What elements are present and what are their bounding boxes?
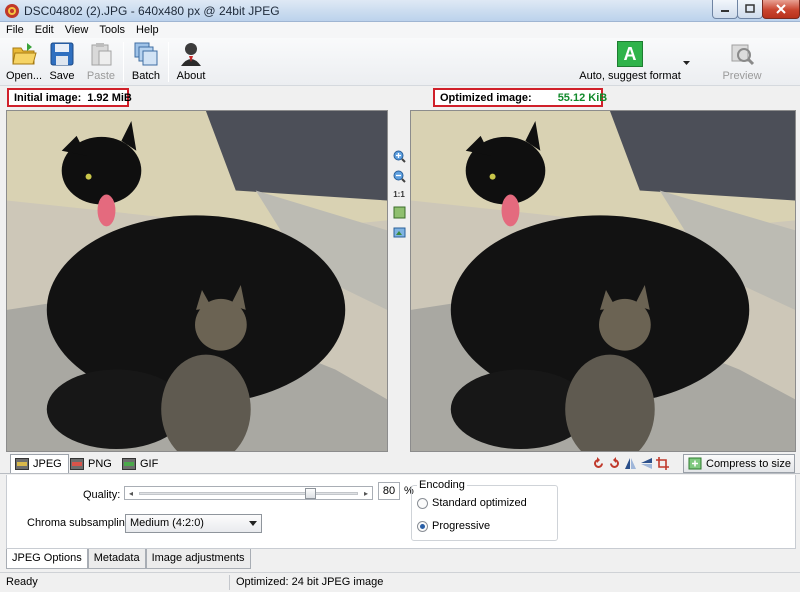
flip-vertical-icon[interactable] — [640, 457, 653, 470]
window-title: DSC04802 (2).JPG - 640x480 px @ 24bit JP… — [24, 4, 280, 18]
optimized-size-box: Optimized image: 55.12 KiB — [433, 88, 607, 107]
format-tab-bar: JPEG PNG GIF Compress to size — [0, 452, 800, 474]
optimized-cat-photo — [411, 111, 795, 451]
minimize-icon — [721, 10, 729, 12]
chevron-down-icon — [683, 61, 690, 65]
size-info-row: Initial image: 1.92 MiB Optimized image:… — [0, 86, 800, 110]
about-button[interactable]: About — [175, 40, 207, 84]
chroma-subsampling-label: Chroma subsampling: — [27, 517, 134, 529]
batch-stack-icon — [134, 42, 158, 66]
encoding-progressive-radio[interactable]: Progressive — [417, 520, 490, 532]
menu-view[interactable]: View — [65, 24, 89, 36]
initial-size-label: Initial image: — [14, 91, 82, 104]
menu-bar: File Edit View Tools Help — [0, 22, 800, 38]
rotate-right-icon[interactable] — [608, 457, 621, 470]
initial-image-pane[interactable] — [6, 110, 388, 452]
quality-label: Quality: — [83, 489, 121, 501]
tab-image-adjustments[interactable]: Image adjustments — [145, 549, 251, 569]
maximize-button[interactable] — [737, 0, 763, 19]
fit-window-icon[interactable] — [393, 206, 406, 219]
menu-edit[interactable]: Edit — [35, 24, 54, 36]
status-optimized-info: Optimized: 24 bit JPEG image — [236, 576, 384, 588]
jpeg-options-panel: Quality: ◂ ▸ 80 % Chroma subsampling: Me… — [6, 475, 796, 549]
encoding-group — [411, 485, 558, 541]
flip-horizontal-icon[interactable] — [624, 457, 637, 470]
menu-file[interactable]: File — [6, 24, 24, 36]
preview-button[interactable]: Preview — [722, 40, 762, 84]
toolbar: Open... Save Paste Batch About A Auto, s… — [0, 38, 800, 86]
compress-to-size-button[interactable]: Compress to size — [683, 454, 795, 473]
chroma-subsampling-select[interactable]: Medium (4:2:0) — [125, 514, 262, 533]
encoding-standard-radio[interactable]: Standard optimized — [417, 497, 527, 509]
options-tab-bar: JPEG Options Metadata Image adjustments — [6, 549, 251, 569]
zoom-actual-size[interactable]: 1:1 — [393, 190, 405, 199]
png-file-icon — [70, 457, 84, 470]
initial-size-box: Initial image: 1.92 MiB — [7, 88, 132, 107]
save-button[interactable]: Save — [48, 40, 76, 84]
slider-left-arrow-icon: ◂ — [129, 489, 134, 498]
sync-view-icon[interactable] — [393, 226, 406, 239]
gif-file-icon — [122, 457, 136, 470]
optimized-size-label: Optimized image: — [440, 91, 532, 104]
chevron-down-icon — [249, 521, 257, 526]
compress-icon — [688, 457, 702, 470]
floppy-icon — [50, 42, 74, 66]
auto-format-icon: A — [617, 41, 643, 67]
status-ready: Ready — [2, 575, 230, 590]
optimized-size-value: 55.12 KiB — [557, 91, 608, 104]
zoom-out-icon[interactable] — [393, 170, 406, 183]
preview-magnifier-icon — [731, 44, 755, 66]
clipboard-icon — [91, 43, 112, 66]
tab-jpeg[interactable]: JPEG — [10, 454, 69, 473]
tab-png[interactable]: PNG — [66, 454, 118, 473]
auto-format-button[interactable]: A Auto, suggest format — [579, 40, 681, 84]
person-icon — [181, 43, 201, 66]
menu-help[interactable]: Help — [136, 24, 159, 36]
menu-tools[interactable]: Tools — [99, 24, 125, 36]
crop-icon[interactable] — [656, 457, 669, 470]
optimized-image-pane[interactable] — [410, 110, 796, 452]
radio-progressive-indicator — [417, 520, 428, 532]
slider-right-arrow-icon: ▸ — [363, 489, 368, 498]
rotate-left-icon[interactable] — [592, 457, 605, 470]
toolbar-separator — [168, 42, 169, 82]
status-bar: Ready Optimized: 24 bit JPEG image — [0, 572, 800, 592]
zoom-controls: 1:1 — [390, 150, 408, 246]
quality-slider-thumb[interactable] — [305, 488, 317, 499]
tab-metadata[interactable]: Metadata — [87, 549, 146, 569]
paste-button[interactable]: Paste — [86, 40, 116, 84]
quality-slider[interactable]: ◂ ▸ — [124, 486, 373, 500]
quality-slider-track — [139, 492, 358, 495]
auto-format-dropdown[interactable] — [682, 58, 691, 66]
quality-value-field[interactable]: 80 — [378, 482, 400, 500]
close-icon — [776, 4, 786, 14]
jpeg-file-icon — [15, 458, 29, 470]
minimize-button[interactable] — [712, 0, 738, 19]
app-icon — [5, 4, 19, 18]
toolbar-separator — [123, 42, 124, 82]
batch-button[interactable]: Batch — [130, 40, 162, 84]
zoom-in-icon[interactable] — [393, 150, 406, 163]
folder-open-icon — [12, 43, 37, 65]
tab-jpeg-options[interactable]: JPEG Options — [6, 549, 88, 569]
initial-cat-photo — [7, 111, 387, 451]
title-bar: DSC04802 (2).JPG - 640x480 px @ 24bit JP… — [0, 0, 800, 22]
encoding-title: Encoding — [417, 479, 467, 491]
radio-standard-indicator — [417, 497, 428, 509]
maximize-icon — [745, 4, 755, 13]
close-button[interactable] — [762, 0, 800, 19]
initial-size-value: 1.92 MiB — [87, 91, 132, 104]
open-button[interactable]: Open... — [6, 40, 42, 84]
image-actions — [592, 457, 672, 470]
tab-gif[interactable]: GIF — [118, 454, 164, 473]
